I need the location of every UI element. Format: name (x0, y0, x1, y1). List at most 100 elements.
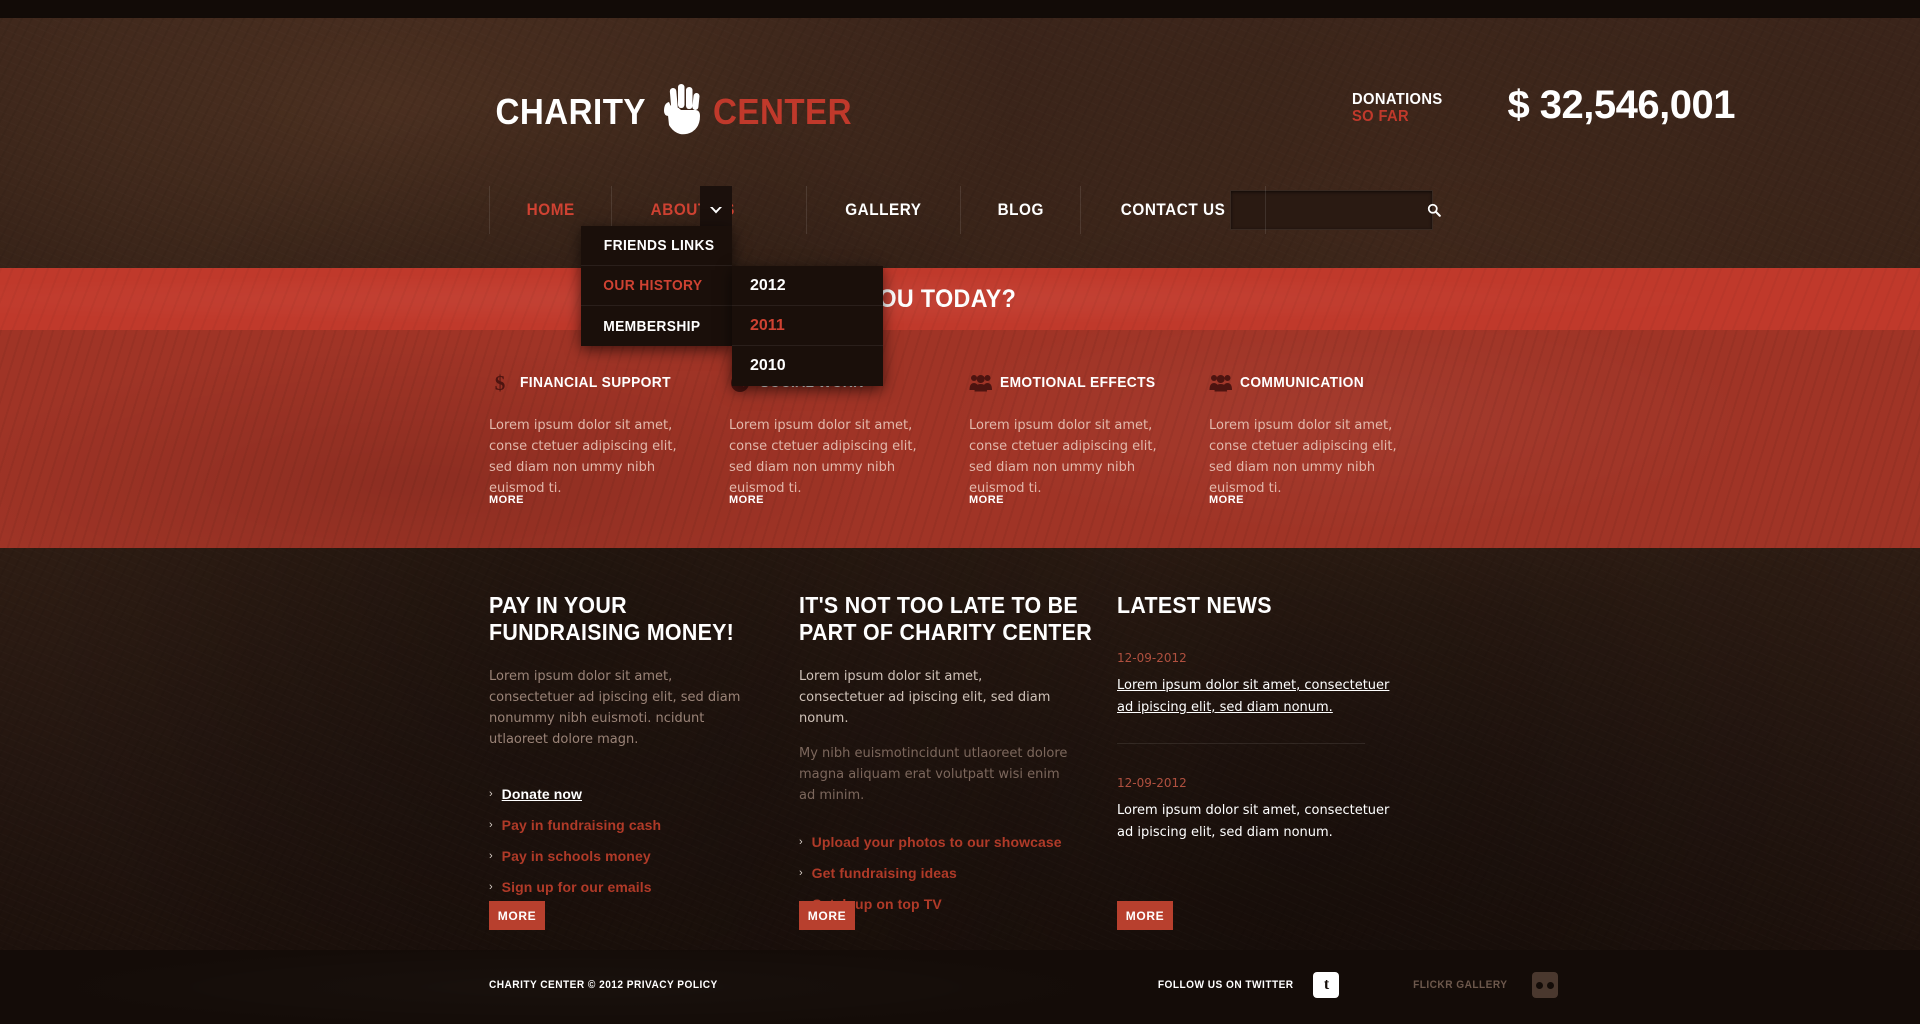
news-body: Lorem ipsum dolor sit amet, consectetuer… (1117, 803, 1390, 840)
link-pay-schools-money[interactable]: Pay in schools money (502, 848, 651, 864)
news-date: 12-09-2012 (1117, 651, 1187, 665)
flickr-icon[interactable] (1532, 972, 1559, 998)
join-paragraph-2: My nibh euismotincidunt utlaoreet dolore… (799, 746, 1068, 803)
dropdown-item-our-history[interactable]: OUR HISTORY (581, 266, 732, 306)
list-item[interactable]: › Pay in fundraising cash (489, 809, 799, 840)
feature-header: COMMUNICATION (1209, 370, 1419, 394)
list-item[interactable]: › Donate now (489, 778, 799, 809)
nav-item-contact-us-label: CONTACT US (1121, 200, 1226, 219)
site-logo[interactable]: CHARITY CENTER (489, 82, 858, 139)
copyright-text: CHARITY CENTER © 2012 PRIVACY POLICY (489, 979, 718, 991)
feature-more-link[interactable]: MORE (729, 494, 764, 506)
content-column-join: IT'S NOT TOO LATE TO BE PART OF CHARITY … (799, 548, 1117, 948)
feature-more-link[interactable]: MORE (1209, 494, 1244, 506)
main-navigation: HOME ABOUT US GALLERY BLOG CONTACT US (0, 186, 1920, 234)
dollar-icon: $ (489, 371, 511, 395)
fundraising-title: PAY IN YOUR FUNDRAISING MONEY! (489, 592, 735, 645)
feature-column-emotional-effects: EMOTIONAL EFFECTS Lorem ipsum dolor sit … (969, 330, 1209, 548)
fundraising-paragraph: Lorem ipsum dolor sit amet, consectetuer… (489, 669, 741, 747)
donations-label-line1: DONATIONS (1351, 91, 1443, 108)
join-title: IT'S NOT TOO LATE TO BE PART OF CHARITY … (799, 592, 1092, 645)
link-pay-fundraising-cash[interactable]: Pay in fundraising cash (502, 817, 661, 833)
feature-title: EMOTIONAL EFFECTS (1000, 373, 1156, 391)
site-footer: CHARITY CENTER © 2012 PRIVACY POLICY FOL… (0, 950, 1920, 1024)
top-bar (0, 0, 1920, 18)
chevron-right-icon: › (489, 849, 493, 862)
more-button-fundraising[interactable]: MORE (489, 901, 545, 930)
list-item[interactable]: › Get fundraising ideas (799, 857, 1117, 888)
people-icon (969, 372, 992, 392)
link-upload-photos[interactable]: Upload your photos to our showcase (812, 834, 1062, 850)
feature-body: Lorem ipsum dolor sit amet, conse ctetue… (489, 418, 677, 496)
submenu-item-2012[interactable]: 2012 (732, 266, 883, 306)
news-link[interactable]: Lorem ipsum dolor sit amet, consectetuer… (1117, 675, 1397, 719)
social-links: FOLLOW US ON TWITTER t FLICKR GALLERY (1152, 972, 1559, 998)
features-grid: $ FINANCIAL SUPPORT Lorem ipsum dolor si… (489, 330, 1449, 548)
list-item[interactable]: › Upload your photos to our showcase (799, 826, 1117, 857)
logo-text-accent: CENTER (712, 91, 852, 132)
donations-amount: $ 32,546,001 (1507, 83, 1735, 127)
dropdown-item-label: MEMBERSHIP (603, 317, 701, 335)
twitter-icon[interactable]: t (1313, 972, 1340, 998)
link-sign-up-emails[interactable]: Sign up for our emails (502, 879, 652, 895)
feature-title: COMMUNICATION (1240, 373, 1365, 391)
feature-more-link[interactable]: MORE (969, 494, 1004, 506)
feature-header: EMOTIONAL EFFECTS (969, 370, 1179, 394)
feature-column-communication: COMMUNICATION Lorem ipsum dolor sit amet… (1209, 330, 1449, 548)
chevron-right-icon: › (799, 835, 803, 848)
our-history-submenu: 2012 2011 2010 (732, 266, 883, 386)
nav-item-blog-label: BLOG (997, 200, 1044, 219)
flickr-label: FLICKR GALLERY (1413, 979, 1508, 991)
news-item: 12-09-2012 Lorem ipsum dolor sit amet, c… (1117, 651, 1449, 719)
page-root: CHARITY CENTER DONATIONS SO FAR $ 32,546… (0, 0, 1920, 1024)
submenu-item-2010[interactable]: 2010 (732, 346, 883, 386)
news-item: 12-09-2012 Lorem ipsum dolor sit amet, c… (1117, 776, 1449, 844)
nav-item-gallery[interactable]: GALLERY (805, 186, 960, 234)
chevron-right-icon: › (799, 866, 803, 879)
chevron-right-icon: › (489, 787, 493, 800)
feature-body: Lorem ipsum dolor sit amet, conse ctetue… (1209, 418, 1397, 496)
flickr-dot (1536, 981, 1544, 989)
submenu-item-2011[interactable]: 2011 (732, 306, 883, 346)
feature-title: FINANCIAL SUPPORT (520, 373, 671, 391)
more-button-latest-news[interactable]: MORE (1117, 901, 1173, 930)
nav-item-blog[interactable]: BLOG (959, 186, 1081, 234)
content-column-fundraising: PAY IN YOUR FUNDRAISING MONEY! Lorem ips… (489, 548, 799, 948)
join-paragraph-1: Lorem ipsum dolor sit amet, consectetuer… (799, 669, 1051, 726)
nav-item-contact-us[interactable]: CONTACT US (1080, 186, 1267, 234)
list-item[interactable]: › Sign up for our emails (489, 871, 799, 902)
features-section: $ FINANCIAL SUPPORT Lorem ipsum dolor si… (0, 330, 1920, 548)
divider (1117, 743, 1365, 744)
more-button-join[interactable]: MORE (799, 901, 855, 930)
dropdown-item-friends-links[interactable]: FRIENDS LINKS (581, 226, 732, 266)
hand-icon (661, 82, 703, 136)
flickr-dot (1547, 981, 1555, 989)
nav-item-home-label: HOME (526, 200, 575, 219)
nav-item-gallery-label: GALLERY (845, 200, 922, 219)
donations-label-line2: SO FAR (1351, 107, 1409, 125)
news-date: 12-09-2012 (1117, 776, 1187, 790)
site-header: CHARITY CENTER DONATIONS SO FAR $ 32,546… (0, 18, 1920, 200)
logo-text-primary: CHARITY (495, 91, 646, 132)
svg-text:$: $ (495, 372, 506, 394)
feature-more-link[interactable]: MORE (489, 494, 524, 506)
list-item[interactable]: › Pay in schools money (489, 840, 799, 871)
feature-body: Lorem ipsum dolor sit amet, conse ctetue… (729, 418, 917, 496)
latest-news-title: LATEST NEWS (1117, 592, 1272, 618)
content-column-latest-news: LATEST NEWS 12-09-2012 Lorem ipsum dolor… (1117, 548, 1449, 948)
link-get-fundraising-ideas[interactable]: Get fundraising ideas (812, 865, 957, 881)
chevron-right-icon: › (489, 818, 493, 831)
feature-body: Lorem ipsum dolor sit amet, conse ctetue… (969, 418, 1157, 496)
dropdown-item-label: OUR HISTORY (603, 277, 703, 294)
feature-header: $ FINANCIAL SUPPORT (489, 370, 699, 395)
donations-label: DONATIONS SO FAR (1351, 91, 1450, 126)
dropdown-item-label: FRIENDS LINKS (603, 237, 715, 254)
main-content: PAY IN YOUR FUNDRAISING MONEY! Lorem ips… (489, 548, 1449, 948)
about-us-dropdown: FRIENDS LINKS OUR HISTORY MEMBERSHIP (581, 226, 732, 346)
dropdown-item-membership[interactable]: MEMBERSHIP (581, 306, 732, 346)
feature-column-financial-support: $ FINANCIAL SUPPORT Lorem ipsum dolor si… (489, 330, 729, 548)
fundraising-link-list: › Donate now › Pay in fundraising cash ›… (489, 778, 799, 902)
link-donate-now[interactable]: Donate now (502, 786, 582, 802)
chevron-right-icon: › (489, 880, 493, 893)
help-banner: HOW CAN WE HELP YOU TODAY? (0, 268, 1920, 330)
